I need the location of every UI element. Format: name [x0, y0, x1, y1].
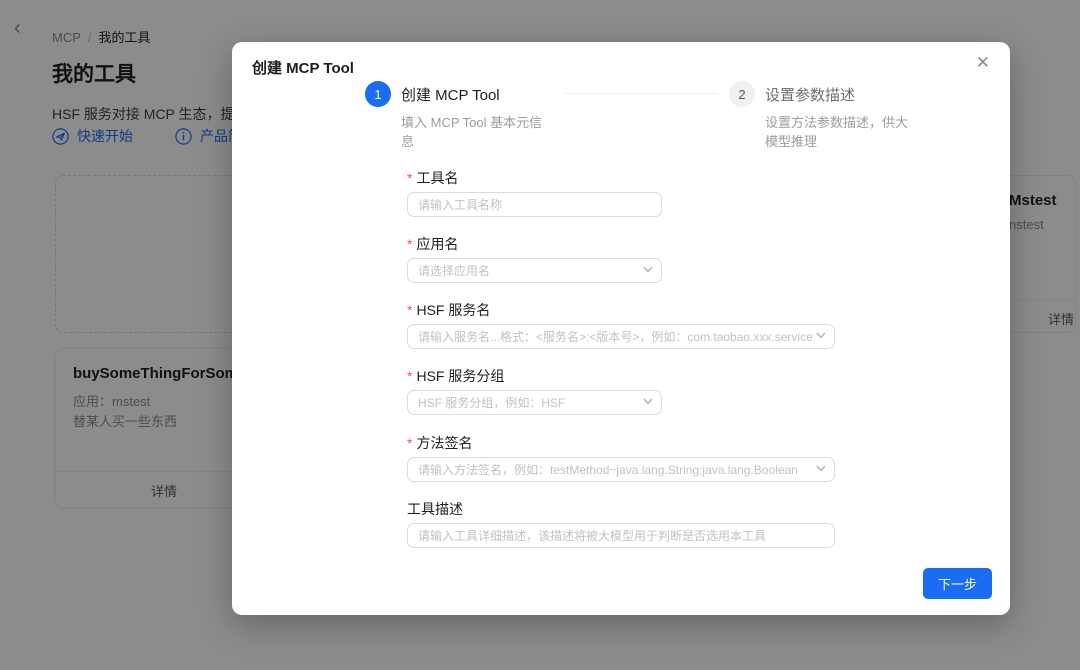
required-marker: *	[407, 435, 412, 451]
modal-title: 创建 MCP Tool	[252, 57, 354, 78]
step-1-indicator: 1	[365, 81, 391, 107]
step-1: 1 创建 MCP Tool 填入 MCP Tool 基本元信息	[365, 81, 561, 152]
field-label: 工具描述	[407, 501, 835, 517]
app-window: ‹ MCP/我的工具 我的工具 HSF 服务对接 MCP 生态，提供 HSF 快…	[0, 0, 1080, 670]
tool-description-input[interactable]	[407, 523, 835, 548]
field-method-signature: *方法签名	[407, 435, 835, 482]
required-marker: *	[407, 368, 412, 384]
step-2-description: 设置方法参数描述，供大模型推理	[765, 114, 915, 152]
field-label: *HSF 服务分组	[407, 368, 662, 384]
field-label: *HSF 服务名	[407, 302, 835, 318]
field-hsf-service-group: *HSF 服务分组	[407, 368, 662, 415]
field-label: *应用名	[407, 236, 662, 252]
field-tool-name: *工具名	[407, 170, 662, 217]
step-connector-line	[565, 93, 718, 94]
field-label: *方法签名	[407, 435, 835, 451]
next-step-button[interactable]: 下一步	[923, 568, 992, 599]
tool-name-input[interactable]	[407, 192, 662, 217]
app-name-select[interactable]	[407, 258, 662, 283]
required-marker: *	[407, 236, 412, 252]
step-2-indicator: 2	[729, 81, 755, 107]
step-1-description: 填入 MCP Tool 基本元信息	[401, 114, 551, 152]
method-signature-select[interactable]	[407, 457, 835, 482]
required-marker: *	[407, 302, 412, 318]
step-1-title: 创建 MCP Tool	[401, 84, 500, 105]
step-2-title: 设置参数描述	[765, 84, 855, 105]
step-2: 2 设置参数描述 设置方法参数描述，供大模型推理	[729, 81, 899, 152]
close-icon[interactable]: ✕	[976, 54, 990, 71]
field-hsf-service-name: *HSF 服务名	[407, 302, 835, 349]
hsf-service-name-select[interactable]	[407, 324, 835, 349]
hsf-service-group-select[interactable]	[407, 390, 662, 415]
field-app-name: *应用名	[407, 236, 662, 283]
required-marker: *	[407, 170, 412, 186]
field-label: *工具名	[407, 170, 662, 186]
field-tool-description: 工具描述	[407, 501, 835, 548]
create-mcp-tool-modal: 创建 MCP Tool ✕ 1 创建 MCP Tool 填入 MCP Tool …	[232, 42, 1010, 615]
